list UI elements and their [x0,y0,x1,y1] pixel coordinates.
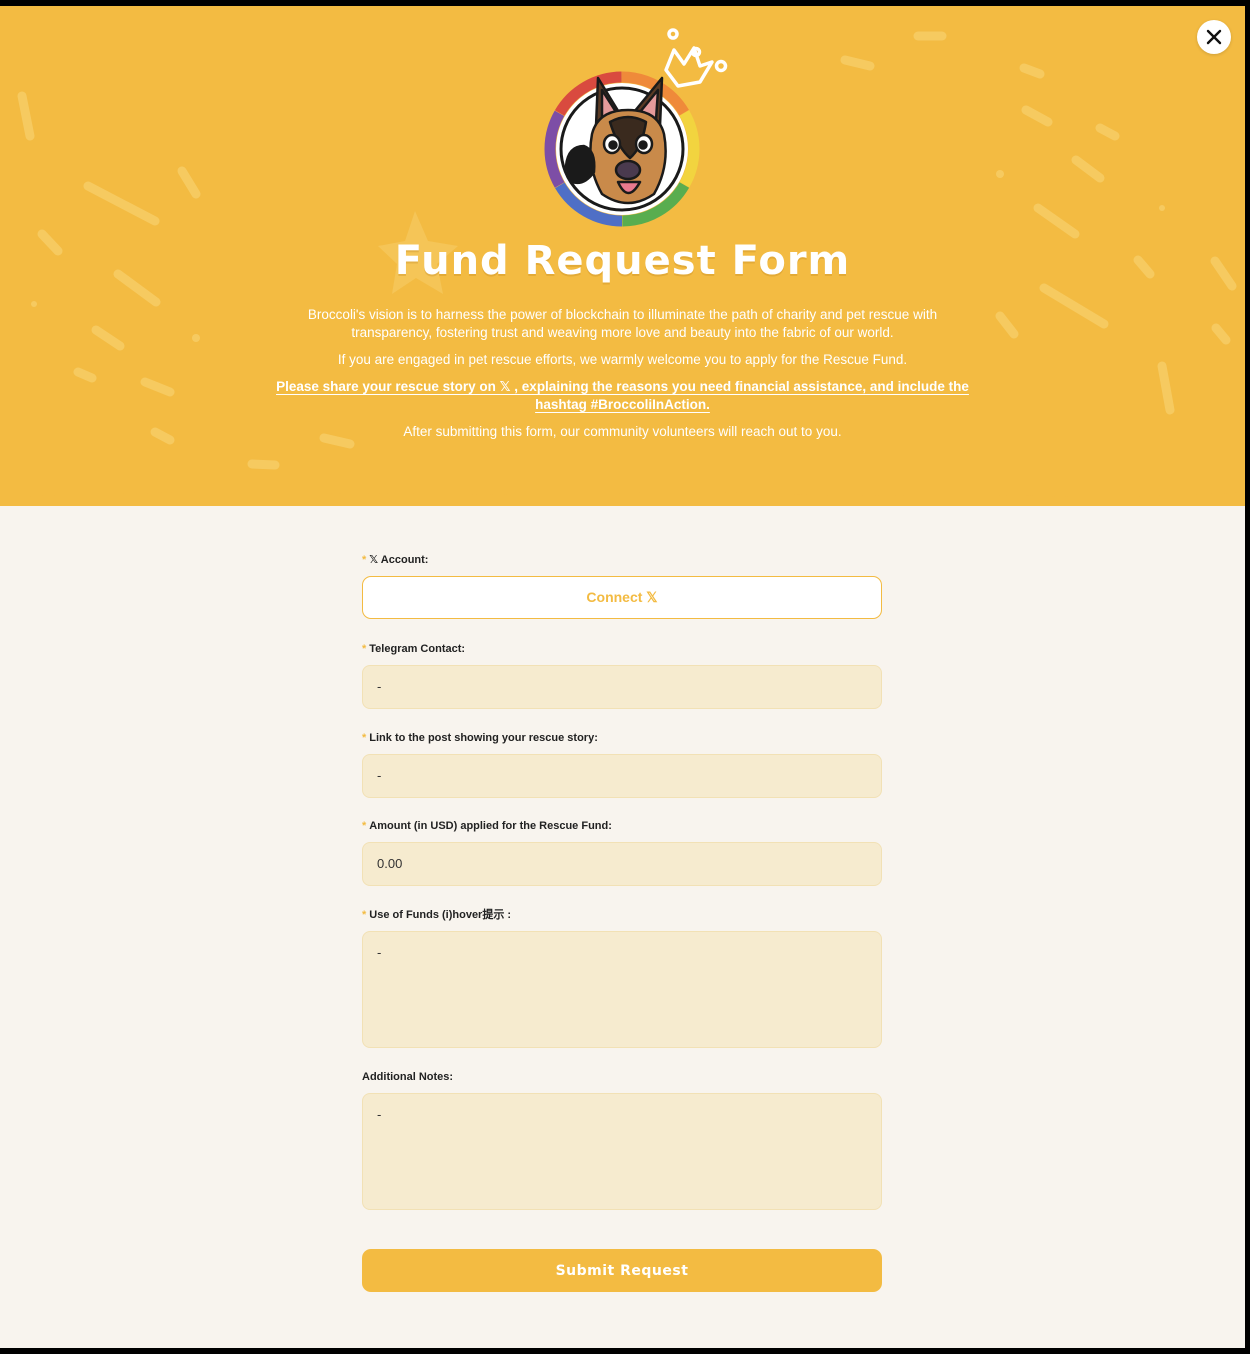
intro-vision: Broccoli's vision is to harness the powe… [307,307,938,340]
intro-text: Broccoli's vision is to harness the powe… [270,306,975,450]
crown-icon [664,28,728,88]
close-icon [1206,29,1222,45]
fund-request-modal: Fund Request Form Broccoli's vision is t… [0,6,1245,1348]
amount-label: * Amount (in USD) applied for the Rescue … [362,818,882,834]
telegram-label: * Telegram Contact: [362,641,882,657]
required-mark: * [362,643,367,655]
header-banner: Fund Request Form Broccoli's vision is t… [0,6,1245,506]
amount-label-text: Amount (in USD) applied for the Rescue F… [369,820,612,832]
use-of-funds-group: * Use of Funds (i)hover提示 : - [362,907,882,1048]
intro-followup: After submitting this form, our communit… [403,424,842,439]
use-of-funds-label-text: Use of Funds (i)hover提示 : [369,909,512,921]
notes-textarea[interactable]: - [362,1093,882,1210]
required-mark: * [362,820,367,832]
page-title: Fund Request Form [394,238,851,284]
x-account-label-text: 𝕏 Account: [369,554,429,566]
post-link-label: * Link to the post showing your rescue st… [362,730,882,746]
close-button[interactable] [1197,20,1231,54]
required-mark: * [362,909,367,921]
connect-x-button[interactable]: Connect 𝕏 [362,576,882,619]
use-of-funds-textarea[interactable]: - [362,931,882,1048]
submit-request-button[interactable]: Submit Request [362,1249,882,1292]
post-link-group: * Link to the post showing your rescue st… [362,730,882,798]
required-mark: * [362,554,367,566]
banner-torn-edge [0,484,1245,498]
required-mark: * [362,732,367,744]
share-story-link[interactable]: Please share your rescue story on 𝕏 , ex… [276,379,969,412]
x-account-group: * 𝕏 Account: Connect 𝕏 [362,552,882,619]
intro-welcome: If you are engaged in pet rescue efforts… [337,352,908,367]
notes-group: Additional Notes: - [362,1069,882,1210]
post-link-label-text: Link to the post showing your rescue sto… [369,732,598,744]
post-link-input[interactable]: - [362,754,882,798]
telegram-group: * Telegram Contact: - [362,641,882,709]
amount-input[interactable]: 0.00 [362,842,882,886]
use-of-funds-label: * Use of Funds (i)hover提示 : [362,907,882,923]
notes-label: Additional Notes: [362,1071,454,1083]
amount-group: * Amount (in USD) applied for the Rescue … [362,818,882,886]
telegram-label-text: Telegram Contact: [369,643,466,655]
x-account-label: * 𝕏 Account: [362,552,882,568]
avatar [538,26,738,236]
telegram-input[interactable]: - [362,665,882,709]
